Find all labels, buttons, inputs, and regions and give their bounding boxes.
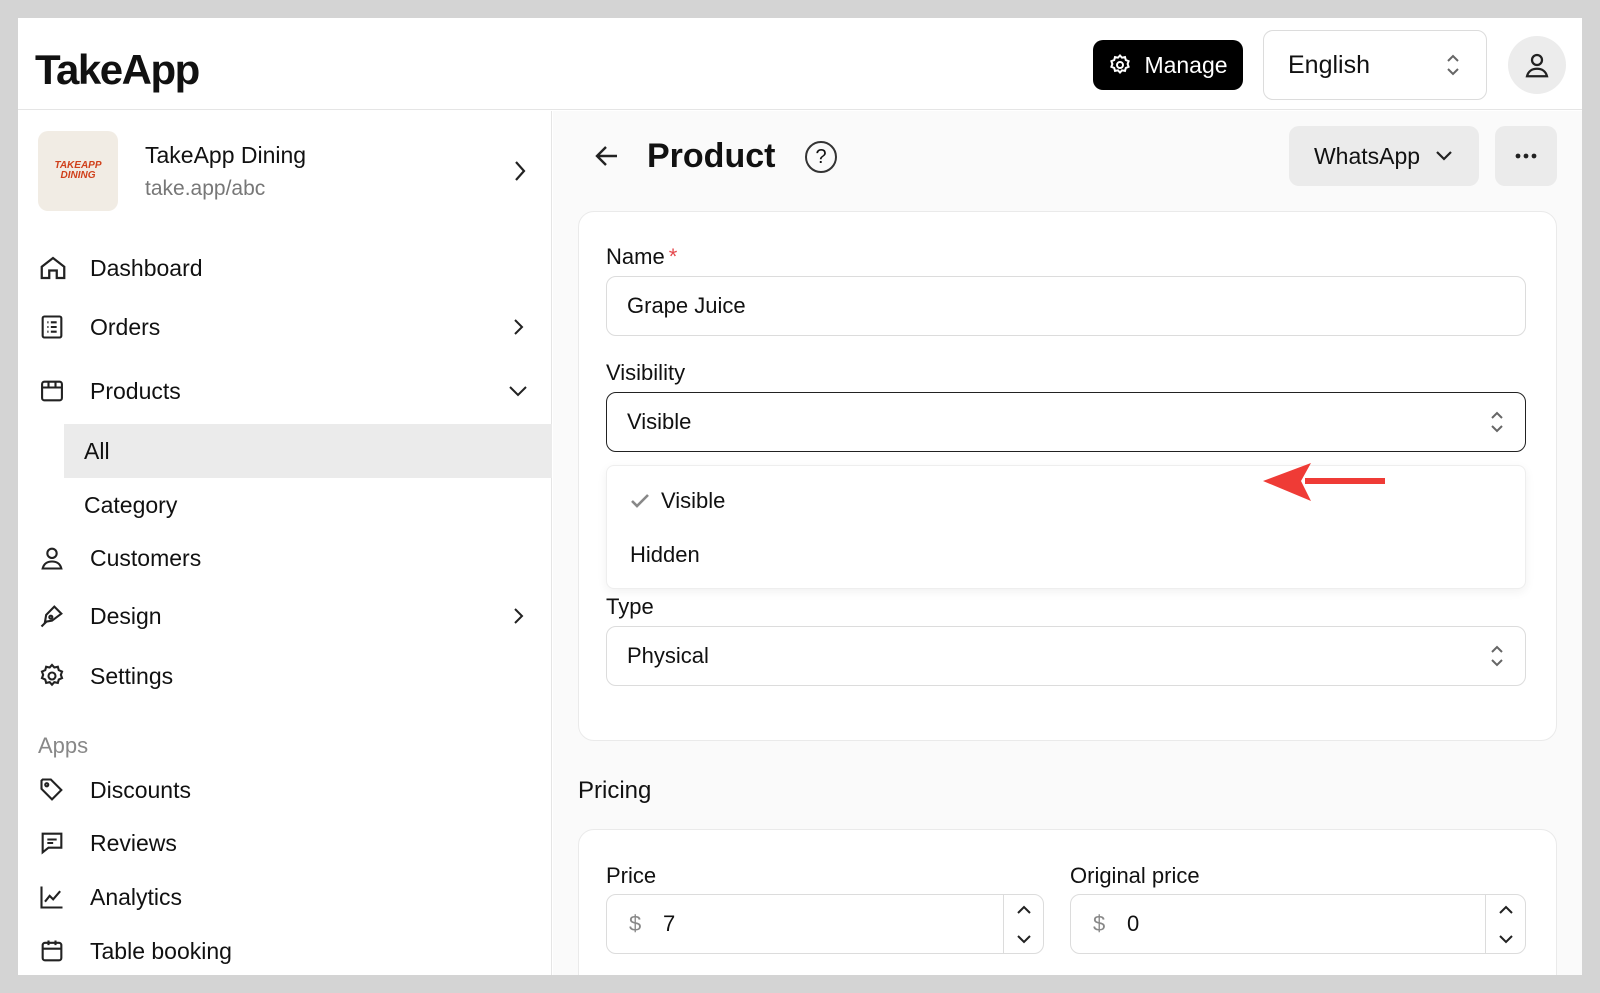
store-url: take.app/abc: [145, 176, 266, 200]
chevron-down-icon[interactable]: [1498, 934, 1514, 944]
app-window: TakeApp Manage English TAKEAPP DINING Ta…: [18, 18, 1582, 975]
tag-icon: [38, 773, 72, 807]
user-icon: [38, 541, 72, 575]
sidebar-item-label: Dashboard: [90, 254, 203, 281]
price-stepper[interactable]: [1003, 895, 1043, 953]
sidebar-item-label: Reviews: [90, 829, 177, 856]
name-label: Name *: [606, 244, 678, 269]
visibility-select[interactable]: Visible: [606, 392, 1526, 452]
apps-section-label: Apps: [38, 733, 89, 758]
chart-icon: [38, 880, 72, 914]
back-arrow-icon[interactable]: [593, 143, 621, 169]
chevron-down-icon: [506, 384, 530, 398]
currency-symbol: $: [1093, 911, 1106, 936]
sidebar-item-analytics[interactable]: Analytics: [38, 875, 532, 919]
chevron-down-icon: [1434, 149, 1454, 163]
gear-icon: [38, 659, 72, 693]
store-name: TakeApp Dining: [145, 141, 307, 168]
review-icon: [38, 826, 72, 860]
home-icon: [38, 251, 72, 285]
original-price-stepper[interactable]: [1485, 895, 1525, 953]
type-value: Physical: [627, 643, 709, 668]
visibility-option-visible[interactable]: Visible: [607, 476, 1525, 526]
calendar-icon: [38, 934, 72, 968]
sidebar-item-discounts[interactable]: Discounts: [38, 768, 532, 812]
user-icon: [1522, 50, 1552, 80]
manage-button[interactable]: Manage: [1093, 40, 1243, 90]
whatsapp-label: WhatsApp: [1313, 142, 1421, 169]
sidebar-item-label: Analytics: [90, 883, 183, 910]
chevron-right-icon: [506, 316, 530, 338]
store-logo: TAKEAPP DINING: [38, 131, 118, 211]
sidebar-item-label: Orders: [90, 313, 161, 340]
sidebar-item-reviews[interactable]: Reviews: [38, 821, 532, 865]
sidebar-item-orders[interactable]: Orders: [38, 305, 532, 349]
chevron-down-icon[interactable]: [1016, 934, 1032, 944]
sidebar: TAKEAPP DINING TakeApp Dining take.app/a…: [18, 111, 552, 975]
sidebar-item-design[interactable]: Design: [38, 594, 532, 638]
type-label: Type: [606, 594, 654, 619]
chevron-up-icon[interactable]: [1016, 905, 1032, 915]
product-details-card: Name * Grape Juice Visibility Visible Vis…: [578, 211, 1557, 741]
box-icon: [38, 374, 72, 408]
visibility-value: Visible: [627, 409, 692, 434]
chevron-updown-icon: [1489, 644, 1505, 668]
account-button[interactable]: [1508, 36, 1566, 94]
whatsapp-share-button[interactable]: WhatsApp: [1289, 126, 1479, 186]
ellipsis-icon: [1514, 152, 1538, 160]
price-label: Price: [606, 863, 657, 888]
chevron-up-icon[interactable]: [1498, 905, 1514, 915]
pricing-section-title: Pricing: [578, 777, 652, 804]
check-icon: [629, 492, 661, 510]
price-input[interactable]: $ 7: [606, 894, 1044, 954]
pricing-card: Price $ 7 Original price $ 0: [578, 829, 1557, 975]
help-icon[interactable]: ?: [805, 141, 837, 173]
sidebar-item-label: Settings: [90, 662, 174, 689]
sidebar-item-dashboard[interactable]: Dashboard: [38, 246, 532, 290]
app-logo[interactable]: TakeApp: [35, 46, 200, 94]
more-options-button[interactable]: [1495, 126, 1557, 186]
type-select[interactable]: Physical: [606, 626, 1526, 686]
sidebar-item-settings[interactable]: Settings: [38, 654, 532, 698]
name-input[interactable]: Grape Juice: [606, 276, 1526, 336]
required-marker: *: [668, 244, 678, 269]
main-content: Product ? WhatsApp Name * Grape Juice Vis…: [553, 111, 1582, 975]
chevron-right-icon: [506, 605, 530, 627]
sidebar-item-products[interactable]: Products: [38, 369, 532, 413]
language-value: English: [1288, 50, 1370, 79]
sidebar-subitem-category[interactable]: Category: [64, 478, 552, 532]
visibility-label: Visibility: [606, 360, 686, 385]
sidebar-item-customers[interactable]: Customers: [38, 536, 532, 580]
page-title: Product: [647, 137, 776, 175]
original-price-value: 0: [1127, 911, 1140, 936]
chevron-updown-icon: [1489, 410, 1505, 434]
top-bar: TakeApp Manage English: [18, 18, 1582, 110]
manage-label: Manage: [1144, 51, 1228, 78]
sidebar-item-label: Table booking: [90, 937, 232, 964]
sidebar-item-label: Customers: [90, 544, 202, 571]
annotation-arrow-icon: [1261, 461, 1387, 505]
orders-icon: [38, 310, 72, 344]
sidebar-item-label: Discounts: [90, 776, 191, 803]
sidebar-item-label: Products: [90, 377, 181, 404]
chevron-updown-icon: [1444, 52, 1462, 78]
store-switcher[interactable]: TAKEAPP DINING TakeApp Dining take.app/a…: [38, 131, 532, 211]
original-price-label: Original price: [1070, 863, 1200, 888]
original-price-input[interactable]: $ 0: [1070, 894, 1526, 954]
sidebar-item-label: Design: [90, 602, 162, 629]
currency-symbol: $: [629, 911, 642, 936]
language-select[interactable]: English: [1263, 30, 1487, 100]
visibility-dropdown-menu: Visible Hidden: [606, 465, 1526, 589]
price-value: 7: [663, 911, 676, 936]
chevron-right-icon: [512, 158, 528, 184]
pen-icon: [38, 599, 72, 633]
name-input-value: Grape Juice: [627, 293, 746, 318]
sidebar-subitem-all[interactable]: All: [64, 424, 552, 478]
visibility-option-hidden[interactable]: Hidden: [607, 530, 1525, 580]
gear-icon: [1108, 53, 1132, 77]
sidebar-item-table-booking[interactable]: Table booking: [38, 929, 532, 973]
